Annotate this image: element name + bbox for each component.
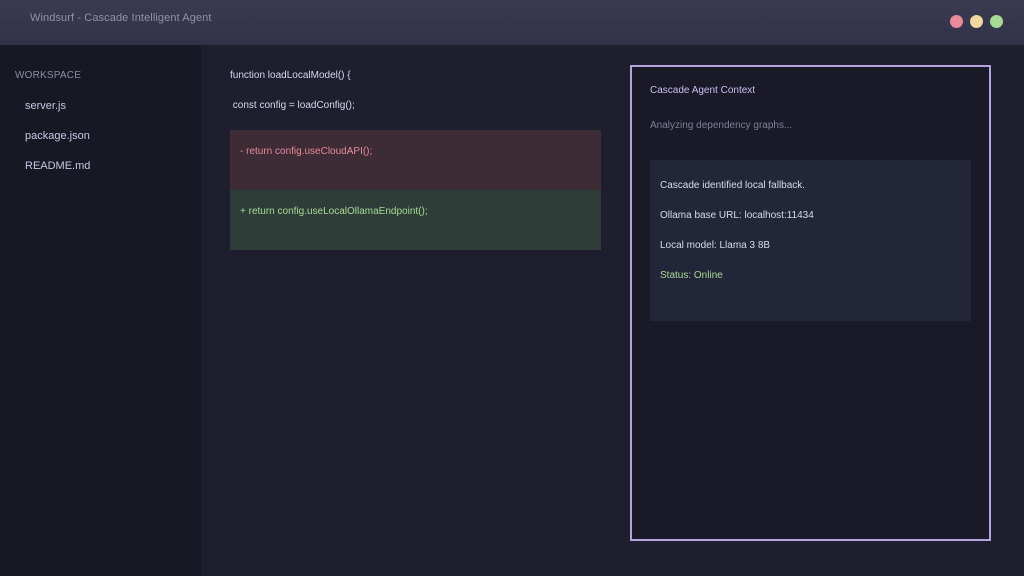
sidebar-item-readme-md[interactable]: README.md	[25, 160, 90, 172]
agent-panel-title: Cascade Agent Context	[650, 85, 756, 96]
agent-info-card: Cascade identified local fallback. Ollam…	[650, 160, 971, 321]
agent-status-text: Analyzing dependency graphs...	[650, 120, 793, 131]
agent-status-online: Status: Online	[660, 270, 723, 281]
minimize-window-button[interactable]	[970, 15, 983, 28]
diff-removed-block[interactable]: - return config.useCloudAPI();	[230, 130, 601, 190]
sidebar-item-server-js[interactable]: server.js	[25, 100, 66, 112]
sidebar-item-package-json[interactable]: package.json	[25, 130, 90, 142]
sidebar-heading: WORKSPACE	[15, 70, 82, 81]
window-title: Windsurf - Cascade Intelligent Agent	[30, 12, 212, 24]
agent-context-panel: Cascade Agent Context Analyzing dependen…	[630, 65, 991, 541]
diff-removed-line: - return config.useCloudAPI();	[240, 146, 373, 157]
close-window-button[interactable]	[950, 15, 963, 28]
maximize-window-button[interactable]	[990, 15, 1003, 28]
diff-added-line: + return config.useLocalOllamaEndpoint()…	[240, 206, 428, 217]
code-line: function loadLocalModel() {	[230, 70, 351, 81]
agent-card-line: Cascade identified local fallback.	[660, 180, 806, 191]
sidebar: WORKSPACE server.js package.json README.…	[0, 45, 201, 576]
code-line: const config = loadConfig();	[230, 100, 355, 111]
agent-card-line: Local model: Llama 3 8B	[660, 240, 771, 251]
title-bar: Windsurf - Cascade Intelligent Agent	[0, 0, 1024, 45]
diff-added-block[interactable]: + return config.useLocalOllamaEndpoint()…	[230, 190, 601, 250]
agent-card-line: Ollama base URL: localhost:11434	[660, 210, 814, 221]
